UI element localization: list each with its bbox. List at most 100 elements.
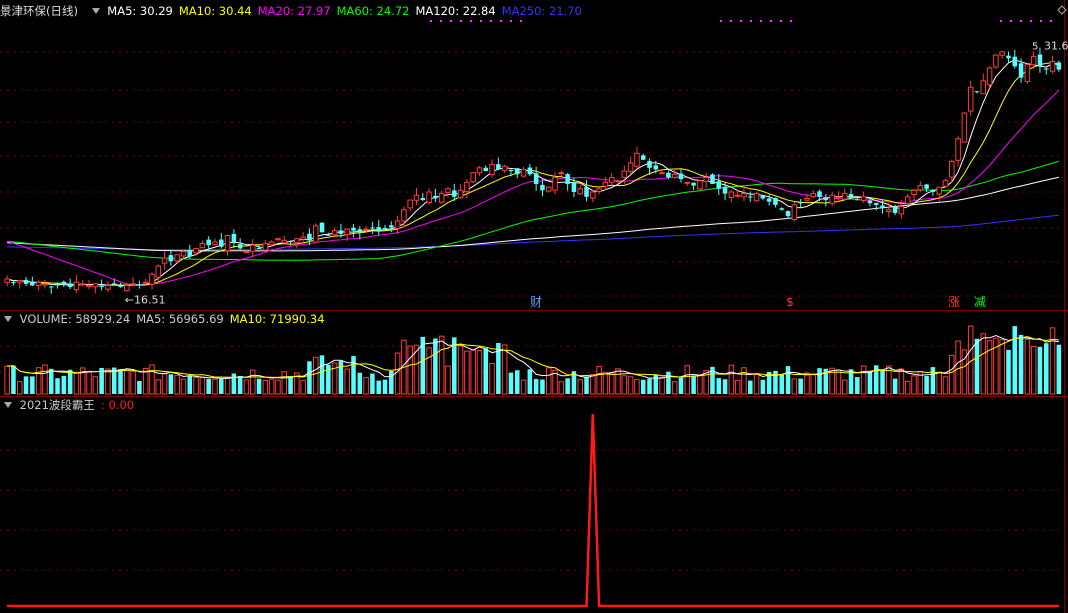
candle-body — [1024, 64, 1031, 83]
volume-bar — [760, 379, 766, 394]
candle-body — [42, 283, 48, 286]
candle-body — [363, 228, 369, 231]
candle-body — [79, 283, 86, 286]
candle-body — [212, 241, 218, 245]
volume-bar — [445, 365, 451, 395]
volume-bar — [155, 379, 162, 395]
candle-body — [99, 285, 104, 288]
volume-bar — [407, 345, 413, 395]
indicator-legend: 2021波段霸王: 0.00 — [20, 398, 140, 412]
volume-bar — [23, 376, 29, 394]
volume-bar — [1024, 338, 1031, 395]
volume-bar — [722, 379, 728, 394]
volume-bar — [161, 373, 168, 395]
volume-bar — [892, 378, 898, 394]
ma-legend: MA5: 30.29 MA10: 30.44 MA20: 27.97 MA60: 24… — [107, 4, 588, 18]
volume-bar — [92, 376, 99, 395]
candle-body — [810, 193, 817, 198]
candle-body — [911, 189, 917, 195]
volume-bar — [237, 375, 243, 394]
candle-body — [149, 273, 155, 285]
signal-dot — [460, 20, 462, 22]
volume-bar — [268, 378, 275, 395]
volume-bar — [608, 372, 615, 395]
volume-bar — [489, 362, 495, 395]
candle-body — [565, 174, 570, 184]
volume-bar — [224, 376, 231, 395]
volume-bar — [249, 369, 256, 395]
candle-body — [640, 155, 646, 160]
volume-bar — [867, 370, 873, 394]
volume-bar — [256, 378, 262, 394]
candle-body — [16, 280, 23, 283]
volume-bar — [243, 379, 250, 395]
signal-dot — [450, 20, 452, 22]
volume-bar — [124, 369, 130, 395]
candle-body — [105, 284, 111, 290]
ma-legend-item-2: MA20: 27.97 — [257, 4, 331, 18]
candle-body — [602, 181, 609, 187]
volume-bar — [199, 377, 206, 395]
candle-body — [237, 244, 243, 249]
candle-body — [508, 169, 514, 172]
signal-dot — [1040, 20, 1042, 22]
volume-legend-item-0: VOLUME: 58929.24 — [19, 312, 131, 326]
volume-bar — [734, 379, 741, 395]
candle-body — [174, 254, 180, 262]
candle-body — [596, 188, 602, 192]
dropdown-triangle-icon[interactable] — [91, 8, 100, 14]
candle-body — [48, 286, 54, 288]
volume-bar — [48, 368, 54, 394]
volume-bar — [351, 356, 356, 394]
volume-bar — [55, 378, 60, 394]
volume-bar — [627, 376, 634, 395]
event-mark-3: 减 — [974, 295, 986, 309]
candle-body — [741, 193, 747, 198]
volume-bar — [363, 377, 369, 395]
volume-bar — [565, 378, 570, 394]
dropdown-triangle-icon[interactable] — [4, 402, 12, 408]
signal-dot — [730, 20, 732, 22]
volume-bar — [753, 374, 760, 395]
candle-body — [942, 180, 949, 187]
candle-body — [331, 230, 338, 236]
candle-body — [571, 182, 577, 192]
candle-body — [855, 199, 860, 201]
candle-body — [873, 202, 879, 205]
candle-body — [898, 206, 905, 215]
volume-bar — [11, 365, 16, 394]
candle-body — [199, 243, 206, 249]
volume-bar — [898, 368, 905, 395]
candle-body — [841, 193, 848, 200]
candle-body — [389, 225, 394, 228]
volume-bar — [61, 375, 67, 394]
candle-body — [294, 238, 300, 244]
candle-body — [168, 255, 174, 262]
candle-body — [382, 228, 388, 230]
stock-title: 景津环保(日线) — [0, 4, 78, 18]
candle-body — [193, 247, 199, 254]
volume-bar — [433, 338, 438, 394]
chart-canvas[interactable]: ←16.51 31.66 5 财 $ 涨减 — [0, 0, 1068, 613]
signal-dot — [1030, 20, 1032, 22]
candle-body — [344, 228, 350, 236]
dropdown-triangle-icon[interactable] — [4, 316, 12, 322]
candle-body — [949, 160, 955, 178]
candle-body — [281, 239, 288, 244]
volume-bar — [42, 364, 48, 395]
candle-body — [967, 86, 974, 112]
volume-bar — [1037, 346, 1043, 394]
volume-bar — [533, 379, 539, 394]
volume-bar — [86, 371, 92, 395]
candle-body — [823, 197, 829, 201]
corner-marker: 5 — [1032, 42, 1038, 53]
candle-body — [691, 182, 696, 186]
candle-body — [577, 188, 583, 195]
candle-body — [584, 187, 589, 197]
candle-body — [540, 184, 545, 191]
candle-body — [67, 283, 73, 288]
candle-body — [653, 165, 659, 170]
candle-body — [710, 174, 715, 184]
candle-body — [993, 54, 999, 68]
candle-body — [231, 233, 237, 242]
